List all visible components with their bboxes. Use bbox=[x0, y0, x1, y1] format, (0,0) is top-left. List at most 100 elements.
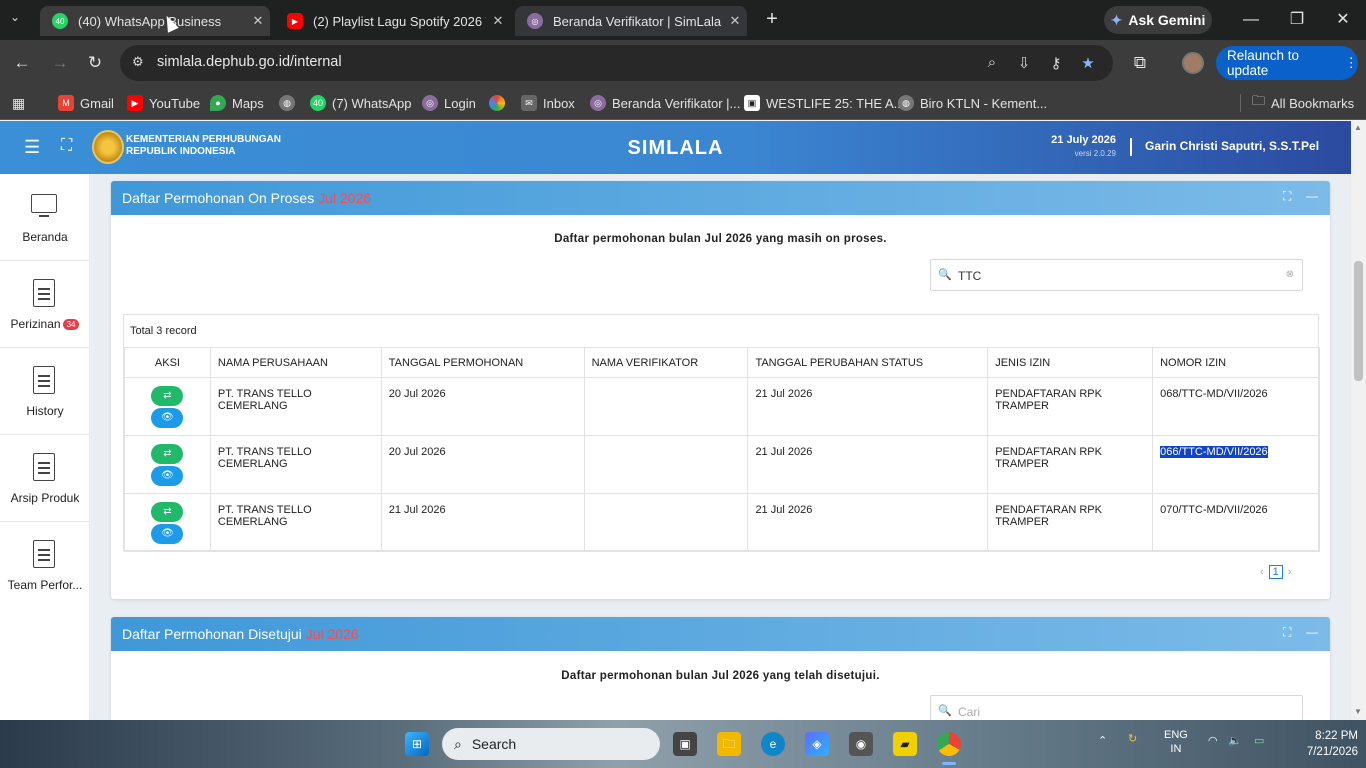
bookmark-globe[interactable]: ◍ bbox=[279, 92, 295, 114]
install-app-icon[interactable]: ⇩ bbox=[1014, 54, 1034, 72]
tab-search-icon[interactable]: ⌄ bbox=[10, 10, 20, 24]
scroll-down-icon[interactable]: ▼ bbox=[1354, 707, 1362, 716]
table-header-row: AKSI NAMA PERUSAHAAN TANGGAL PERMOHONAN … bbox=[124, 347, 1320, 378]
maximize-button[interactable]: ❐ bbox=[1282, 8, 1312, 32]
profile-avatar[interactable] bbox=[1182, 52, 1204, 74]
password-key-icon[interactable]: ⚷ bbox=[1046, 54, 1066, 72]
bookmark-login[interactable]: ◎ Login bbox=[422, 92, 476, 114]
site-info-icon[interactable]: ⚙ bbox=[132, 54, 144, 70]
close-icon[interactable]: ✕ bbox=[486, 13, 510, 29]
close-icon[interactable]: ✕ bbox=[723, 13, 747, 29]
search-input[interactable]: 🔍 TTC ⊗ bbox=[930, 259, 1303, 291]
cell-jenis-izin: PENDAFTARAN RPK TRAMPER bbox=[987, 377, 1154, 436]
camera-icon[interactable]: ◉ bbox=[849, 732, 873, 756]
tab-spotify-playlist[interactable]: ▶ (2) Playlist Lagu Spotify 2026 Te ✕ bbox=[275, 6, 510, 36]
extensions-icon[interactable]: ⧉ bbox=[1128, 52, 1152, 74]
bookmark-westlife[interactable]: ▣ WESTLIFE 25: THE A... bbox=[744, 92, 904, 114]
collapse-icon[interactable]: — bbox=[1306, 625, 1318, 639]
pagination: ‹ 1 › bbox=[1260, 565, 1291, 579]
sync-icon[interactable]: ↻ bbox=[1128, 732, 1137, 745]
volume-icon[interactable]: 🔈 bbox=[1228, 734, 1242, 747]
search-icon: ⌕ bbox=[454, 735, 462, 752]
cell-perusahaan: PT. TRANS TELLO CEMERLANG bbox=[209, 435, 382, 494]
page-scrollbar[interactable]: ▲ ▼ bbox=[1351, 121, 1366, 720]
cell-nomor-izin: 066/TTC-MD/VII/2026 bbox=[1152, 435, 1320, 494]
address-bar[interactable]: ⚙ simlala.dephub.go.id/internal ⌕ ⇩ ⚷ ★ bbox=[120, 45, 1113, 81]
wifi-icon[interactable]: ◠ bbox=[1208, 734, 1218, 747]
column-header[interactable]: NAMA VERIFIKATOR bbox=[583, 347, 749, 378]
taskbar-search[interactable]: ⌕ Search bbox=[442, 728, 660, 760]
reload-button[interactable]: ↻ bbox=[83, 52, 107, 74]
copilot-icon[interactable]: ◈ bbox=[805, 732, 829, 756]
sidebar-item-history[interactable]: History bbox=[0, 348, 90, 435]
view-button[interactable]: 👁 bbox=[151, 408, 184, 428]
battery-icon[interactable]: ▭ bbox=[1254, 734, 1264, 747]
all-bookmarks[interactable]: 🗀 All Bookmarks bbox=[1252, 92, 1354, 114]
sidebar-item-label: Team Perfor... bbox=[7, 578, 83, 592]
sticky-notes-icon[interactable]: ▰ bbox=[893, 732, 917, 756]
bookmark-maps[interactable]: ● Maps bbox=[210, 92, 264, 114]
chevron-up-icon[interactable]: ⌃ bbox=[1098, 734, 1107, 747]
relaunch-button[interactable]: Relaunch to update ⋮ bbox=[1216, 46, 1358, 80]
bookmark-whatsapp[interactable]: 40 (7) WhatsApp bbox=[310, 92, 411, 114]
close-icon[interactable]: ✕ bbox=[246, 13, 270, 29]
prev-page-icon[interactable]: ‹ bbox=[1260, 566, 1264, 578]
chrome-icon[interactable] bbox=[937, 732, 961, 756]
expand-icon[interactable]: ⛶ bbox=[1283, 625, 1291, 640]
clear-icon[interactable]: ⊗ bbox=[1286, 269, 1294, 280]
column-header[interactable]: TANGGAL PERUBAHAN STATUS bbox=[747, 347, 989, 378]
close-window-button[interactable]: ✕ bbox=[1328, 8, 1358, 32]
bookmark-youtube[interactable]: ▶ YouTube bbox=[127, 92, 200, 114]
file-explorer-icon[interactable]: 🗀 bbox=[717, 732, 741, 756]
tab-whatsapp[interactable]: 40 (40) WhatsApp Business ✕ bbox=[40, 6, 270, 36]
expand-icon[interactable]: ⛶ bbox=[1283, 189, 1291, 204]
tab-title: Beranda Verifikator | SimLala bbox=[553, 13, 722, 29]
back-button[interactable]: ← bbox=[10, 52, 34, 74]
scrollbar-thumb[interactable] bbox=[1354, 261, 1363, 381]
bookmark-biro-ktln[interactable]: ◍ Biro KTLN - Kement... bbox=[898, 92, 1047, 114]
panel-header: Daftar Permohonan Disetujui Jul 2026 ⛶ — bbox=[111, 617, 1330, 651]
change-status-button[interactable]: ⇄ bbox=[151, 444, 184, 464]
scroll-up-icon[interactable]: ▲ bbox=[1354, 123, 1362, 132]
view-button[interactable]: 👁 bbox=[151, 524, 184, 544]
sidebar-item-perizinan[interactable]: Perizinan 34 bbox=[0, 261, 90, 348]
sidebar-item-label: Beranda bbox=[22, 230, 68, 244]
gemini-icon: ✦ bbox=[1110, 11, 1123, 28]
column-header[interactable]: NOMOR IZIN bbox=[1152, 347, 1320, 378]
new-tab-button[interactable]: + bbox=[760, 8, 784, 32]
sidebar-item-team-performance[interactable]: Team Perfor... bbox=[0, 522, 90, 609]
zoom-icon[interactable]: ⌕ bbox=[982, 54, 1002, 72]
taskbar-clock[interactable]: 8:22 PM 7/21/2026 bbox=[1292, 728, 1358, 760]
page-number[interactable]: 1 bbox=[1268, 565, 1283, 579]
column-header[interactable]: TANGGAL PERMOHONAN bbox=[380, 347, 585, 378]
tab-simlala[interactable]: ◎ Beranda Verifikator | SimLala ✕ bbox=[515, 6, 747, 36]
user-name[interactable]: Garin Christi Saputri, S.S.T.Pel bbox=[1145, 139, 1319, 153]
bookmark-inbox[interactable]: ✉ Inbox bbox=[521, 92, 575, 114]
next-page-icon[interactable]: › bbox=[1288, 566, 1292, 578]
bookmark-beranda[interactable]: ◎ Beranda Verifikator |... bbox=[590, 92, 740, 114]
language-indicator[interactable]: ENG IN bbox=[1164, 728, 1188, 756]
column-header[interactable]: NAMA PERUSAHAAN bbox=[209, 347, 382, 378]
forward-button[interactable]: → bbox=[48, 52, 72, 74]
minimize-button[interactable]: — bbox=[1236, 8, 1266, 32]
bookmark-photos[interactable] bbox=[489, 92, 505, 114]
change-status-button[interactable]: ⇄ bbox=[151, 386, 184, 406]
task-view-icon[interactable]: ▣ bbox=[673, 732, 697, 756]
selected-text: 066/TTC-MD/VII/2026 bbox=[1160, 446, 1268, 458]
sidebar-item-beranda[interactable]: Beranda bbox=[0, 174, 90, 261]
ask-gemini-button[interactable]: ✦ Ask Gemini bbox=[1104, 6, 1212, 34]
column-header: AKSI bbox=[124, 347, 211, 378]
sidebar-item-arsip-produk[interactable]: Arsip Produk bbox=[0, 435, 90, 522]
windows-start-icon[interactable]: ⊞ bbox=[405, 732, 429, 756]
search-input[interactable]: 🔍 Cari bbox=[930, 695, 1303, 720]
column-header[interactable]: JENIS IZIN bbox=[987, 347, 1154, 378]
record-count: Total 3 record bbox=[130, 325, 197, 337]
bookmark-star-icon[interactable]: ★ bbox=[1078, 54, 1098, 72]
collapse-icon[interactable]: — bbox=[1306, 189, 1318, 203]
apps-icon[interactable]: ▦ bbox=[12, 92, 25, 114]
edge-icon[interactable]: e bbox=[761, 732, 785, 756]
view-button[interactable]: 👁 bbox=[151, 466, 184, 486]
bookmark-gmail[interactable]: M Gmail bbox=[58, 92, 114, 114]
change-status-button[interactable]: ⇄ bbox=[151, 502, 184, 522]
sidebar: Beranda Perizinan 34 History Arsip Produk… bbox=[0, 174, 90, 720]
